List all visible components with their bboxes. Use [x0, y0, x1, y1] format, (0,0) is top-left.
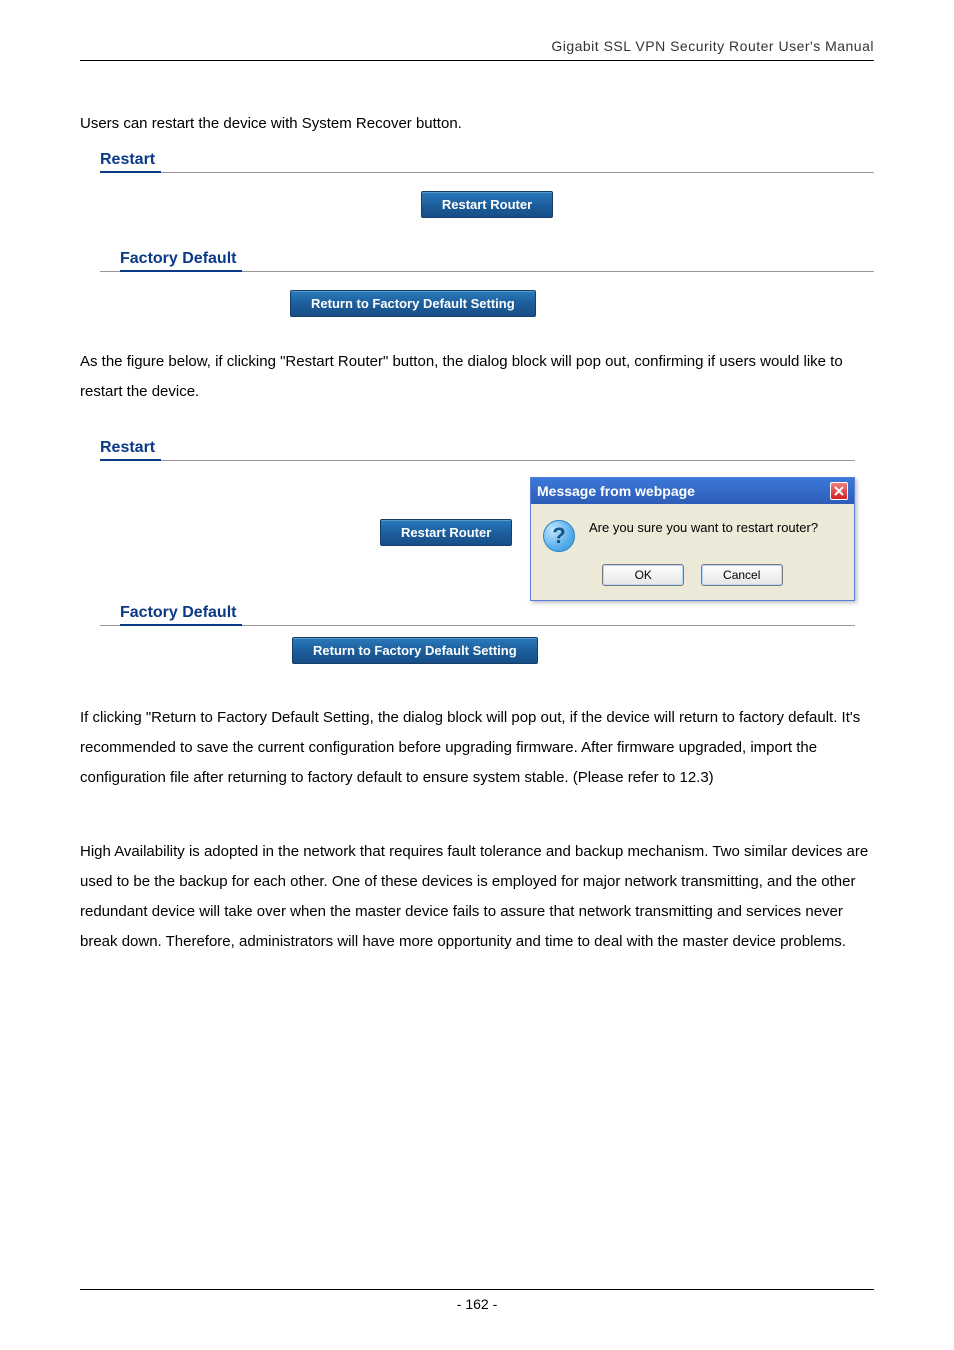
close-icon[interactable]: [830, 482, 848, 500]
para-high-availability: High Availability is adopted in the netw…: [80, 837, 874, 957]
factory-default-heading-2: Factory Default: [120, 602, 242, 626]
dialog-titlebar: Message from webpage: [531, 478, 854, 504]
factory-title-row-2: Factory Default: [100, 602, 855, 626]
restart-router-button[interactable]: Restart Router: [421, 191, 553, 218]
restart-heading-2: Restart: [100, 437, 161, 461]
return-factory-button[interactable]: Return to Factory Default Setting: [290, 290, 536, 317]
figure-restart-factory: Restart Restart Router Factory Default R…: [100, 149, 874, 317]
factory-title-row: Factory Default: [100, 248, 874, 272]
para-restart-confirm: As the figure below, if clicking "Restar…: [80, 347, 874, 407]
header-rule: [80, 60, 874, 61]
factory-button-row: Return to Factory Default Setting: [290, 290, 874, 317]
restart-router-button-2[interactable]: Restart Router: [380, 519, 512, 546]
restart-heading: Restart: [100, 149, 161, 173]
question-icon: ?: [543, 520, 575, 552]
doc-header: Gigabit SSL VPN Security Router User's M…: [80, 38, 874, 60]
intro-text: Users can restart the device with System…: [80, 109, 874, 139]
return-factory-button-2[interactable]: Return to Factory Default Setting: [292, 637, 538, 664]
para-factory-default: If clicking "Return to Factory Default S…: [80, 703, 874, 793]
cancel-button[interactable]: Cancel: [701, 564, 783, 586]
ok-button[interactable]: OK: [602, 564, 684, 586]
dialog-message: Are you sure you want to restart router?: [589, 520, 818, 535]
page-footer: - 162 -: [80, 1289, 874, 1314]
page-number: - 162 -: [457, 1296, 497, 1312]
footer-rule: [80, 1289, 874, 1290]
dialog-title: Message from webpage: [537, 483, 695, 499]
confirm-dialog: Message from webpage ? Are you sure you …: [530, 477, 855, 601]
factory-default-heading: Factory Default: [120, 248, 242, 272]
restart-title-row-2: Restart: [100, 437, 855, 461]
figure-restart-dialog: Restart Restart Router Factory Default R…: [100, 437, 874, 657]
restart-title-row: Restart: [100, 149, 874, 173]
